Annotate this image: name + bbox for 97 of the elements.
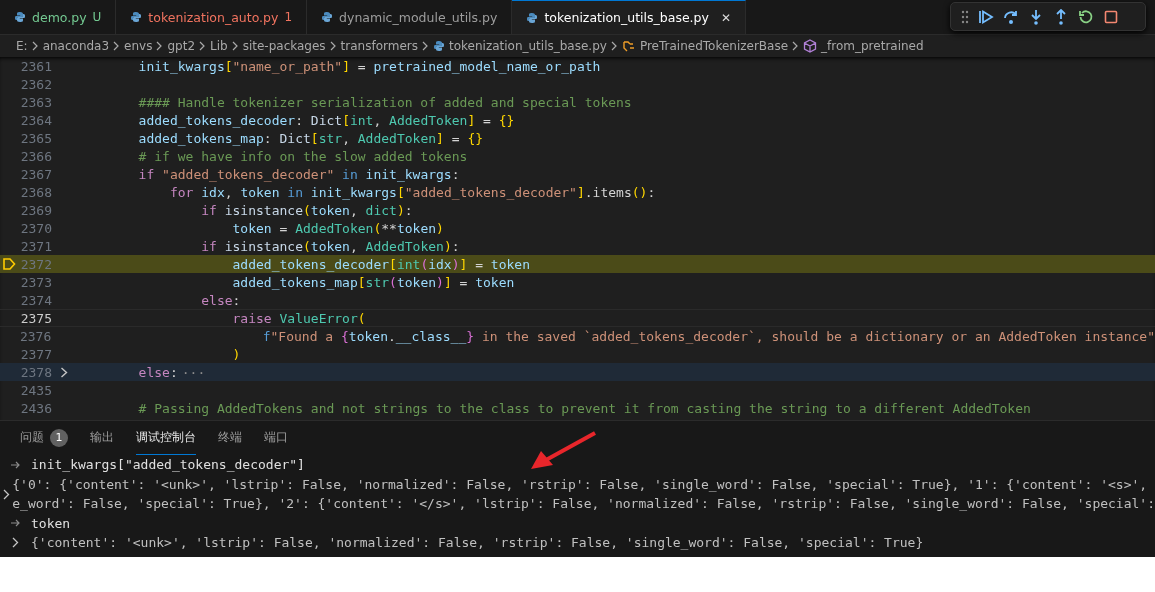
breadcrumb-item[interactable]: transformers <box>340 39 418 53</box>
stop-icon[interactable] <box>1103 8 1119 25</box>
close-icon[interactable]: ✕ <box>720 10 731 25</box>
breadcrumb-item[interactable]: envs <box>124 39 153 53</box>
code-line: added_tokens_map: Dict[str, AddedToken] = {} <box>137 130 484 146</box>
code-line: added_tokens_decoder: Dict[int, AddedToken] = {} <box>137 112 515 128</box>
code-line: for idx, token in init_kwargs["added_tokens_decoder"].items(): <box>168 184 656 200</box>
panel-tab[interactable]: 输出 <box>90 421 114 455</box>
tab-label: tokenization_utils_base.py <box>544 10 709 25</box>
chevron-right-icon[interactable] <box>12 537 19 549</box>
code-line: token = AddedToken(**token) <box>231 220 444 236</box>
cube-icon <box>803 39 818 53</box>
chevron-right-icon <box>113 41 121 51</box>
line-number: 2363 <box>19 94 52 110</box>
chevron-right-icon <box>792 41 800 51</box>
code-line: if "added_tokens_decoder" in init_kwargs: <box>137 166 460 182</box>
breadcrumb-item[interactable]: Lib <box>210 39 228 53</box>
chevron-right-icon <box>199 41 206 51</box>
tab-status-label: U <box>92 10 102 24</box>
console-output-text: {'0': {'content': '<unk>', 'lstrip': False, 'normalized': False, 'rstrip': False, 'single_word': False, 'special': True}, '1': {'content': '<s>', <box>12 475 1149 494</box>
class-icon <box>621 39 636 53</box>
python-file-icon <box>526 11 539 24</box>
line-number: 2366 <box>19 148 52 164</box>
line-number: 2369 <box>19 202 52 218</box>
panel-tab[interactable]: 问题 1 <box>20 421 68 455</box>
code-line: raise ValueError( <box>231 310 366 326</box>
line-number: 2377 <box>19 346 52 362</box>
line-number: 2374 <box>19 292 52 308</box>
code-line: if isinstance(token, dict): <box>200 202 413 218</box>
step-into-icon[interactable] <box>1028 8 1044 25</box>
console-input-text: init_kwargs["added_tokens_decoder"] <box>31 456 305 474</box>
breadcrumb-item[interactable]: tokenization_utils_base.py <box>449 39 607 53</box>
code-line: #### Handle tokenizer serialization of added and special tokens <box>137 94 632 110</box>
python-file-icon <box>14 11 26 23</box>
breadcrumb-item[interactable]: E: <box>16 39 28 53</box>
count-badge: 1 <box>50 428 68 447</box>
continue-icon[interactable] <box>978 8 994 25</box>
line-number: 2371 <box>19 238 52 254</box>
line-number: 2372 <box>19 256 52 272</box>
code-line: f"Found a {token.__class__} in the saved `added_tokens_decoder`, should be a dictionary or an AddedToken instance" <box>261 328 1155 344</box>
code-line: # if we have info on the slow added tokens <box>137 148 468 164</box>
chevron-right-icon[interactable] <box>60 366 68 378</box>
line-number: 2368 <box>19 184 52 200</box>
code-line: added_tokens_decoder[int(idx)] = token <box>231 256 530 272</box>
tab-label: dynamic_module_utils.py <box>339 9 498 25</box>
line-number: 2373 <box>19 274 52 290</box>
breadcrumb-item[interactable]: PreTrainedTokenizerBase <box>639 39 789 53</box>
line-number: 2378 <box>19 364 52 380</box>
line-number: 2367 <box>19 166 52 182</box>
line-number: 2376 <box>18 328 52 344</box>
tab-status-label: 1 <box>284 10 293 24</box>
line-number: 2436 <box>19 400 52 416</box>
breadcrumb-item[interactable]: anaconda3 <box>42 39 110 53</box>
console-input-text: token <box>31 514 71 533</box>
panel-tab[interactable]: 调试控制台 <box>136 421 196 455</box>
tab-label: demo.py <box>32 9 87 25</box>
code-line: if isinstance(token, AddedToken): <box>200 238 460 254</box>
console-output-text: {'content': '<unk>', 'lstrip': False, 'normalized': False, 'rstrip': False, 'single_word': False, 'special': True} <box>31 534 924 552</box>
python-file-icon <box>130 11 143 23</box>
input-arrow-icon <box>10 460 21 469</box>
line-number: 2361 <box>19 58 52 74</box>
code-line: else: <box>200 292 241 308</box>
drag-handle-icon[interactable] <box>961 9 969 24</box>
fold-ellipsis[interactable]: ··· <box>181 364 206 380</box>
panel-tab[interactable]: 终端 <box>218 421 242 455</box>
console-output-text: e_word': False, 'special': True}, '2': {'content': '</s>', 'lstrip': False, 'normalized': False, 'rstrip': False, 'single_word': False, 'special': <box>12 495 1155 513</box>
restart-icon[interactable] <box>1078 8 1094 25</box>
line-number: 2364 <box>19 112 52 128</box>
chevron-right-icon <box>329 41 337 51</box>
tab-label: tokenization_auto.py <box>148 9 279 25</box>
breadcrumb-item[interactable]: _from_pretrained <box>821 39 924 53</box>
breadcrumb-item[interactable]: site-packages <box>242 39 326 53</box>
code-line: # Passing AddedTokens and not strings to the class to prevent it from casting the string to a different AddedToken <box>137 400 1031 416</box>
line-number: 2362 <box>19 76 52 92</box>
python-file-icon <box>433 40 445 52</box>
annotation-arrow <box>528 430 598 472</box>
input-arrow-icon <box>10 519 21 528</box>
chevron-right-icon[interactable] <box>2 488 10 500</box>
chevron-right-icon <box>610 41 618 51</box>
line-number: 2370 <box>19 220 52 236</box>
chevron-right-icon <box>231 41 239 51</box>
code-line: init_kwargs["name_or_path"] = pretrained_model_name_or_path <box>137 58 601 74</box>
chevron-right-icon <box>422 41 429 51</box>
breadcrumb-item[interactable]: gpt2 <box>167 39 195 53</box>
python-file-icon <box>321 11 334 23</box>
line-number: 2435 <box>19 382 52 398</box>
line-number: 2375 <box>19 310 52 326</box>
chevron-right-icon <box>31 41 39 51</box>
code-line: else: <box>137 364 178 380</box>
chevron-right-icon <box>156 41 164 51</box>
line-number: 2365 <box>19 130 52 146</box>
panel-tab[interactable]: 端口 <box>264 421 288 455</box>
step-over-icon[interactable] <box>1003 8 1019 25</box>
file-tab[interactable]: tokenization_utils_base.py ✕ <box>512 0 746 34</box>
code-line: ) <box>231 346 241 362</box>
paused-line-icon <box>2 257 16 271</box>
code-line: added_tokens_map[str(token)] = token <box>231 274 515 290</box>
